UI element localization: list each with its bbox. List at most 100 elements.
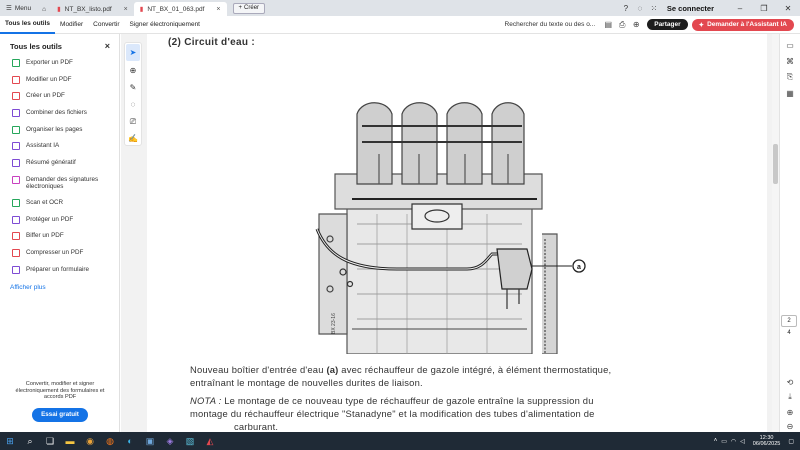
current-page-field[interactable]: 2	[781, 315, 797, 327]
firefox-icon[interactable]: ◍	[100, 432, 120, 450]
tool-item-label: Protéger un PDF	[26, 215, 74, 223]
sign-in-button[interactable]: Se connecter	[667, 4, 714, 13]
ai-assistant-icon	[12, 142, 20, 151]
plus-icon: +	[238, 5, 243, 11]
notifications-icon[interactable]: ◌	[633, 0, 647, 16]
tool-item[interactable]: Assistant IA	[0, 142, 119, 159]
share-link-icon[interactable]: ⊕	[629, 20, 643, 29]
tool-item[interactable]: Exporter un PDF	[0, 59, 119, 76]
download-icon[interactable]: ⤓	[780, 389, 800, 405]
clock[interactable]: 12:30 06/06/2025	[753, 435, 781, 448]
tool-item[interactable]: Organiser les pages	[0, 125, 119, 143]
tool-item[interactable]: Protéger un PDF	[0, 215, 119, 233]
home-tab[interactable]: ⌂	[37, 2, 51, 16]
edit-pdf-icon	[12, 75, 20, 84]
comments-icon[interactable]: ▭	[780, 37, 800, 53]
store-icon[interactable]: ▣	[140, 432, 160, 450]
select-cursor-icon[interactable]: ➤	[126, 44, 140, 61]
tool-item-label: Biffer un PDF	[26, 232, 64, 240]
search-field[interactable]: Rechercher du texte ou des o...	[499, 21, 602, 28]
paragraph-1-line-2: entraînant le montage de nouvelles durit…	[190, 377, 423, 388]
pages-icon[interactable]: ▦	[780, 85, 800, 101]
lasso-icon[interactable]: ◌	[125, 96, 141, 113]
show-more-link[interactable]: Afficher plus	[0, 282, 119, 293]
tab-label: NT_BX_01_063.pdf	[147, 5, 205, 13]
tool-item[interactable]: Biffer un PDF	[0, 232, 119, 249]
minimize-icon[interactable]: –	[728, 0, 752, 16]
vertical-scrollbar[interactable]	[772, 34, 779, 432]
print-icon[interactable]: ⎙	[615, 20, 629, 30]
close-tab-icon[interactable]: ×	[124, 6, 128, 13]
menu-esign[interactable]: Signer électroniquement	[125, 16, 205, 34]
pdf-page: (2) Circuit d'eau : a BX 23-16 Nouveau b…	[147, 34, 767, 432]
free-trial-button[interactable]: Essai gratuit	[32, 407, 88, 422]
file-explorer-icon[interactable]: ▬	[60, 432, 80, 450]
menu-all-tools[interactable]: Tous les outils	[0, 16, 56, 34]
app-icon[interactable]: ◈	[160, 432, 180, 450]
export-pdf-icon	[12, 59, 20, 67]
menu-button[interactable]: ☰ Menu	[0, 0, 37, 16]
protect-pdf-icon	[12, 215, 20, 224]
apps-grid-icon[interactable]: ⁙	[647, 0, 661, 16]
notification-icon[interactable]: ▢	[788, 438, 794, 445]
panel-title: Tous les outils	[10, 41, 62, 51]
new-tab-button[interactable]: + Créer	[232, 2, 266, 14]
promo-text: Convertir, modifier et signer électroniq…	[15, 381, 105, 400]
zoom-icon[interactable]: ⊕	[125, 62, 141, 79]
acrobat-icon[interactable]: ◭	[200, 432, 220, 450]
bookmarks-icon[interactable]: ⌘	[780, 53, 800, 69]
chrome-icon[interactable]: ◉	[80, 432, 100, 450]
new-tab-label: Créer	[244, 5, 260, 11]
scrollbar-thumb[interactable]	[773, 144, 778, 184]
close-panel-icon[interactable]: ×	[105, 41, 110, 51]
edge-icon[interactable]: ◐	[120, 432, 140, 450]
tool-item[interactable]: Préparer un formulaire	[0, 265, 119, 283]
tool-item[interactable]: Créer un PDF	[0, 92, 119, 109]
search-icon[interactable]: ⌕	[20, 432, 40, 450]
photos-icon[interactable]: ▧	[180, 432, 200, 450]
tool-item[interactable]: Demander des signatures électroniques	[0, 175, 119, 199]
page-view-icon[interactable]: ▤	[601, 20, 615, 29]
paragraph-1-line-1: Nouveau boîtier d'entrée d'eau (a) avec …	[190, 364, 612, 375]
wifi-icon[interactable]: ◠	[731, 438, 736, 445]
tool-item[interactable]: Combiner des fichiers	[0, 109, 119, 126]
menu-convert[interactable]: Convertir	[88, 16, 124, 34]
windows-start-icon[interactable]: ⊞	[0, 432, 20, 450]
top-toolbar: Tous les outils Modifier Convertir Signe…	[0, 16, 800, 34]
engine-diagram: a BX 23-16	[315, 102, 586, 354]
tab-document-2[interactable]: ▮ NT_BX_01_063.pdf ×	[133, 2, 227, 16]
close-tab-icon[interactable]: ×	[216, 6, 220, 13]
tool-item-label: Créer un PDF	[26, 92, 65, 100]
all-tools-panel: Tous les outils × Exporter un PDF Modifie…	[0, 34, 120, 432]
tools-list: Exporter un PDF Modifier un PDF Créer un P…	[0, 59, 119, 282]
close-window-icon[interactable]: ✕	[776, 0, 800, 16]
tool-item[interactable]: Modifier un PDF	[0, 75, 119, 93]
chevron-up-icon[interactable]: ˄	[714, 438, 718, 444]
ai-assistant-button[interactable]: ✦ Demander à l'Assistant IA	[691, 18, 794, 31]
text-select-icon[interactable]: ⎚	[125, 113, 141, 130]
share-button[interactable]: Partager	[647, 19, 688, 30]
document-canvas[interactable]: (2) Circuit d'eau : a BX 23-16 Nouveau b…	[121, 34, 772, 432]
attachments-icon[interactable]: ⎘	[780, 69, 800, 85]
tool-item[interactable]: Compresser un PDF	[0, 248, 119, 266]
pen-icon[interactable]: ✎	[125, 79, 141, 96]
tab-document-1[interactable]: ▮ NT_BX_listo.pdf ×	[51, 2, 134, 16]
title-bar: ☰ Menu ⌂ ▮ NT_BX_listo.pdf × ▮ NT_BX_01_…	[0, 0, 800, 16]
pdf-file-icon: ▮	[57, 6, 61, 13]
volume-icon[interactable]: ◁	[740, 438, 745, 445]
tool-item[interactable]: Résumé génératif	[0, 159, 119, 176]
tool-item-label: Résumé génératif	[26, 159, 76, 167]
sign-icon[interactable]: ✍	[125, 130, 141, 147]
tool-item[interactable]: Scan et OCR	[0, 198, 119, 216]
section-heading: (2) Circuit d'eau :	[168, 37, 255, 48]
task-view-icon[interactable]: ❏	[40, 432, 60, 450]
maximize-icon[interactable]: ❐	[752, 0, 776, 16]
note-line-2: montage du réchauffeur électrique "Stana…	[190, 408, 595, 419]
network-icon[interactable]: ▭	[721, 438, 727, 445]
note-line-3: carburant.	[234, 421, 279, 432]
promo-box: Convertir, modifier et signer électroniq…	[0, 381, 120, 422]
menu-edit[interactable]: Modifier	[55, 16, 88, 34]
help-icon[interactable]: ?	[619, 0, 633, 16]
annotation-toolbar: ➤ ⊕ ✎ ◌ ⎚ ✍	[124, 42, 142, 146]
page-up-icon[interactable]: ⟲	[780, 374, 800, 390]
